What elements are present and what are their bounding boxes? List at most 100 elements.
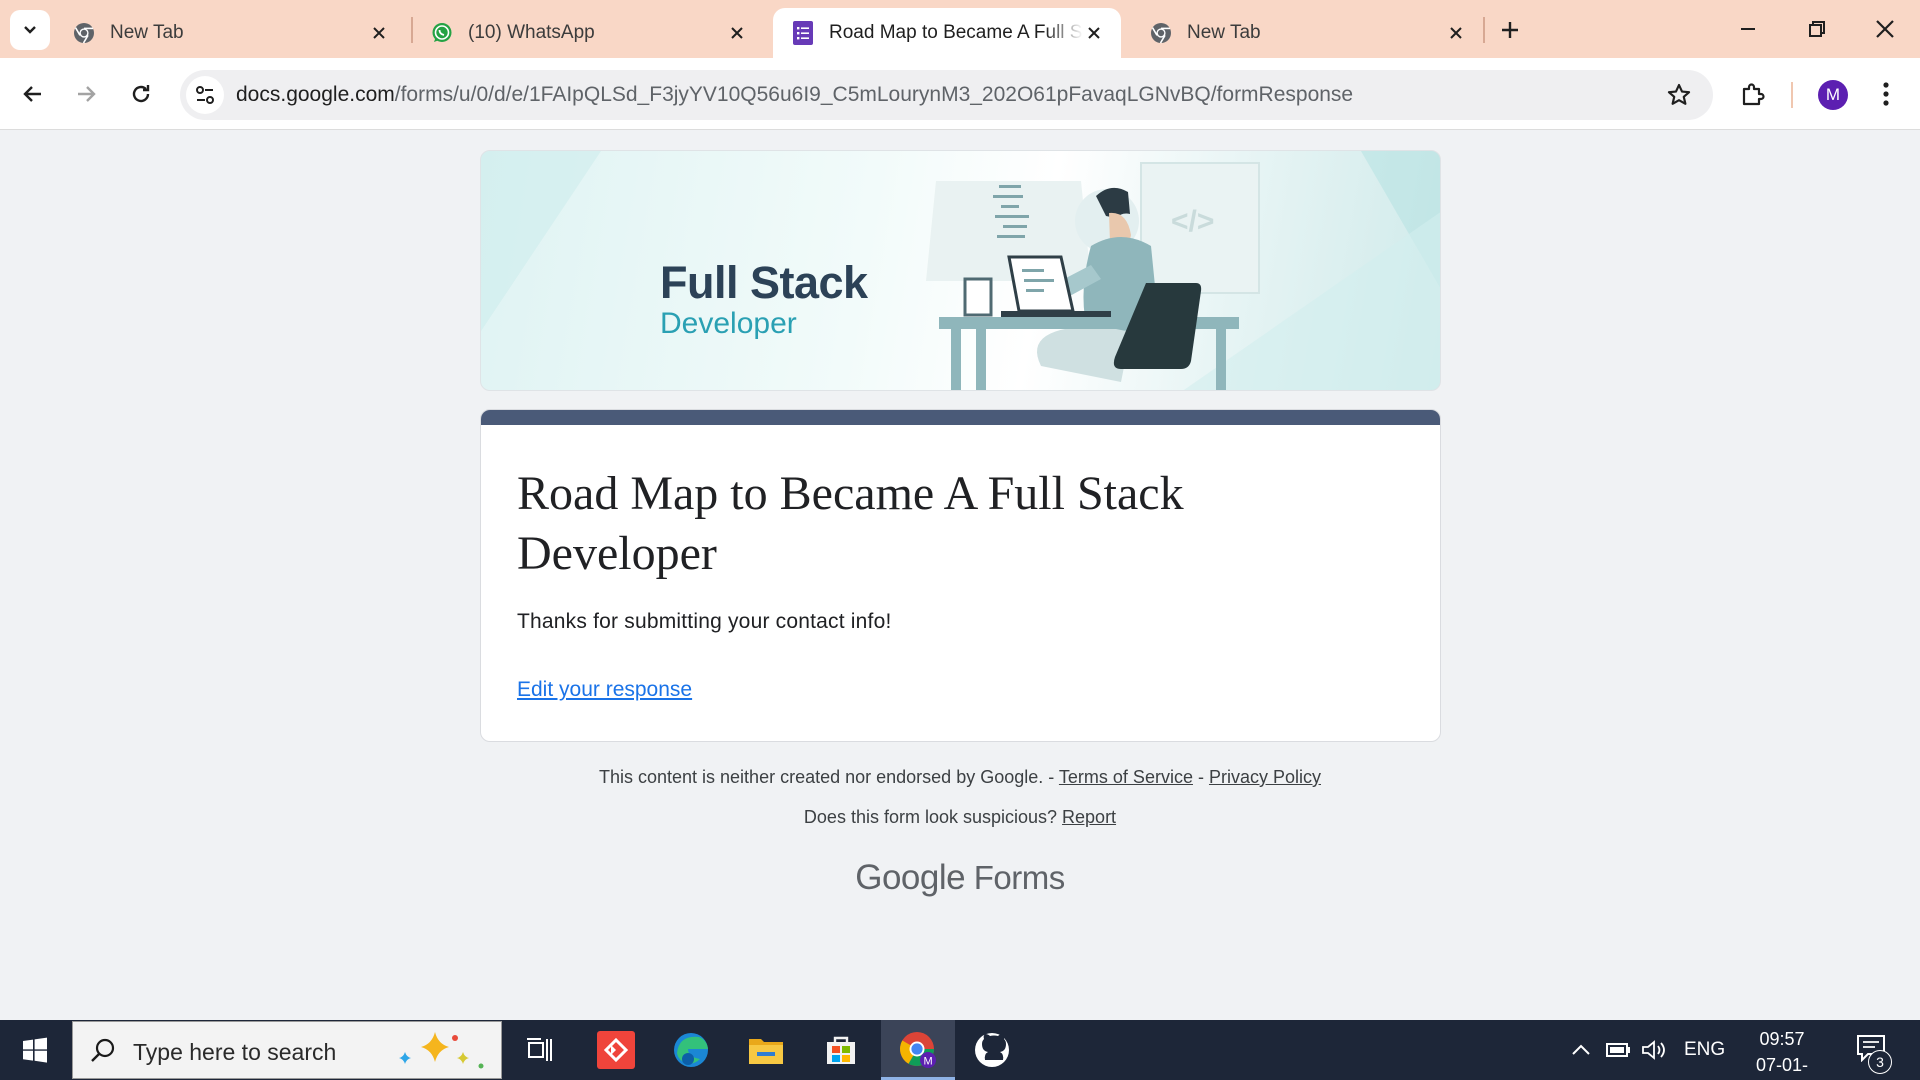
github-icon [975,1033,1009,1067]
edit-response-link[interactable]: Edit your response [517,678,692,702]
close-icon [1876,20,1894,38]
suspicious-text: Does this form look suspicious? [803,807,1063,827]
browser-toolbar: docs.google.com/forms/u/0/d/e/1FAIpQLSd_… [0,58,1920,130]
chrome-icon [72,21,96,45]
privacy-policy-link[interactable]: Privacy Policy [1209,767,1321,787]
extensions-button[interactable] [1733,74,1773,114]
speaker-icon [1642,1040,1665,1060]
taskbar-search-box[interactable]: Type here to search [72,1021,502,1079]
suspicious-notice: Does this form look suspicious? Report [0,807,1920,828]
form-header-banner: </> Full Stack Developer [480,150,1441,391]
address-bar[interactable]: docs.google.com/forms/u/0/d/e/1FAIpQLSd_… [180,70,1713,120]
more-vert-icon [1883,82,1889,106]
puzzle-icon [1742,83,1765,106]
tune-icon [196,86,214,104]
show-hidden-icons-button[interactable] [1570,1040,1592,1066]
profile-avatar[interactable]: M [1818,80,1848,110]
chrome-icon: M [900,1032,936,1068]
star-icon [1667,83,1691,105]
separator-text: - [1192,767,1209,787]
anydesk-icon [597,1031,635,1069]
bookmark-button[interactable] [1665,81,1693,109]
back-button[interactable] [13,74,53,114]
logo-forms: Forms [973,859,1066,896]
github-button[interactable] [955,1020,1029,1080]
anydesk-button[interactable] [579,1020,653,1080]
windows-icon [23,1037,47,1063]
close-tab-icon[interactable] [1083,22,1105,44]
volume-button[interactable] [1640,1038,1668,1068]
clock-time: 09:57 [1759,1029,1805,1049]
notification-count-badge: 3 [1868,1050,1892,1074]
tab-new-tab-2[interactable]: New Tab [1131,8,1483,58]
search-icon [91,1038,115,1062]
url-text: docs.google.com/forms/u/0/d/e/1FAIpQLSd_… [236,83,1353,107]
svg-text:M: M [924,1056,933,1068]
terms-of-service-link[interactable]: Terms of Service [1059,767,1193,787]
developer-illustration: </> [481,151,1440,390]
minimize-icon [1741,28,1755,30]
file-explorer-icon [749,1039,783,1064]
google-forms-icon [791,21,815,45]
form-accent-bar [481,410,1440,425]
tab-google-form[interactable]: Road Map to Became A Full Stack Develope… [773,8,1121,58]
tab-title: New Tab [110,22,184,43]
tab-new-tab-1[interactable]: New Tab [54,8,406,58]
code-symbol: </> [1171,205,1214,238]
url-host: docs.google.com [236,83,395,106]
chrome-icon [1149,21,1173,45]
language-indicator[interactable]: ENG [1684,1039,1725,1061]
tab-search-button[interactable] [10,10,50,50]
banner-subtitle: Developer [660,307,797,340]
close-tab-icon[interactable] [368,22,390,44]
close-tab-icon[interactable] [1445,22,1467,44]
google-disclaimer: This content is neither created nor endo… [0,767,1920,788]
battery-button[interactable] [1604,1038,1632,1068]
site-info-button[interactable] [186,76,224,114]
edge-button[interactable] [654,1020,728,1080]
edge-icon [674,1033,708,1067]
form-title: Road Map to Became A Full Stack Develope… [517,467,1184,580]
logo-google: Google [855,858,966,897]
toolbar-divider [1791,82,1793,108]
new-tab-button[interactable] [1494,14,1526,46]
plus-icon [1502,22,1518,38]
search-placeholder: Type here to search [133,1039,337,1065]
tab-strip: New Tab (10) WhatsApp Road Map to Became… [0,0,1920,58]
reload-icon [132,85,150,103]
chrome-taskbar-button[interactable]: M [881,1020,955,1080]
minimize-button[interactable] [1723,8,1773,50]
start-button[interactable] [0,1020,70,1080]
task-view-icon [527,1038,552,1061]
reload-button[interactable] [121,74,161,114]
chevron-down-icon [24,26,36,34]
tab-title: (10) WhatsApp [468,22,595,43]
battery-icon [1606,1043,1630,1057]
tab-whatsapp[interactable]: (10) WhatsApp [412,8,764,58]
arrow-right-icon [78,86,96,102]
report-link[interactable]: Report [1062,807,1116,827]
tab-divider [1483,17,1485,43]
banner-title: Full Stack [660,257,868,308]
restore-button[interactable] [1792,8,1842,50]
file-explorer-button[interactable] [729,1020,803,1080]
microsoft-store-icon [827,1036,855,1064]
clock-date: 07-01-2025 [1755,1055,1809,1075]
task-view-button[interactable] [502,1020,576,1080]
close-window-button[interactable] [1860,8,1910,50]
clock[interactable]: 09:57 07-01-2025 [1736,1026,1828,1080]
windows-taskbar: Type here to search M ENG 09:57 07-01-20… [0,1020,1920,1080]
forward-button[interactable] [66,74,106,114]
close-tab-icon[interactable] [726,22,748,44]
google-forms-logo[interactable]: Google Forms [0,858,1920,898]
arrow-left-icon [23,86,41,102]
restore-icon [1809,21,1825,37]
browser-menu-button[interactable] [1866,74,1906,114]
url-path: /forms/u/0/d/e/1FAIpQLSd_F3jyYV10Q56u6I9… [394,83,1354,106]
sparkle-icon [399,1032,484,1069]
confirmation-message: Thanks for submitting your contact info! [517,610,892,633]
tab-title: New Tab [1187,22,1261,43]
disclaimer-text: This content is neither created nor endo… [598,767,1059,787]
tab-title: Road Map to Became A Full Stack Develope… [829,22,1083,43]
microsoft-store-button[interactable] [804,1020,878,1080]
